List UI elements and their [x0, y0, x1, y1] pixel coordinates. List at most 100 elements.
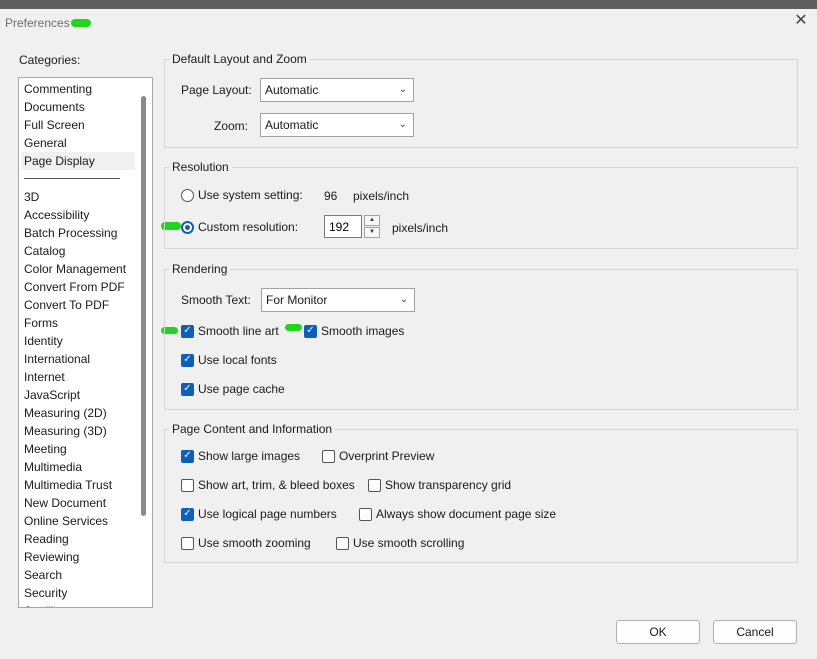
resolution-group: Resolution: [164, 160, 798, 249]
use-logical-page-numbers-checkbox[interactable]: ✓: [181, 507, 194, 521]
custom-resolution-radio[interactable]: [181, 220, 194, 234]
system-setting-label[interactable]: Use system setting:: [198, 188, 303, 202]
use-page-cache-checkbox[interactable]: ✓: [181, 382, 194, 396]
smooth-text-label: Smooth Text:: [181, 293, 251, 307]
custom-resolution-input[interactable]: [324, 215, 362, 238]
zoom-value: Automatic: [265, 118, 319, 132]
smooth-text-value: For Monitor: [266, 293, 328, 307]
category-item-spelling[interactable]: Spelling: [21, 602, 135, 607]
smooth-images-checkbox[interactable]: ✓: [304, 324, 317, 338]
close-icon[interactable]: ✕: [792, 12, 810, 30]
system-resolution-value: 96: [324, 189, 338, 203]
show-large-images-checkbox[interactable]: ✓: [181, 449, 194, 463]
use-smooth-scrolling-label[interactable]: Use smooth scrolling: [353, 536, 464, 550]
layout-zoom-title: Default Layout and Zoom: [172, 52, 307, 66]
category-item-batch-processing[interactable]: Batch Processing: [21, 224, 135, 242]
show-large-images-label[interactable]: Show large images: [198, 449, 300, 463]
category-item-javascript[interactable]: JavaScript: [21, 386, 135, 404]
show-transparency-grid-checkbox[interactable]: [368, 478, 381, 492]
use-smooth-zooming-checkbox[interactable]: [181, 536, 194, 550]
smooth-images-label[interactable]: Smooth images: [321, 324, 404, 338]
categories-list[interactable]: Commenting Documents Full Screen General…: [18, 77, 153, 608]
ok-button[interactable]: OK: [616, 620, 700, 644]
show-art-trim-option[interactable]: Show art, trim, & bleed boxes: [181, 478, 355, 492]
always-show-page-size-label[interactable]: Always show document page size: [376, 507, 556, 521]
smooth-images-option[interactable]: ✓ Smooth images: [304, 324, 404, 338]
smooth-line-art-checkbox[interactable]: ✓: [181, 324, 194, 338]
category-item-identity[interactable]: Identity: [21, 332, 135, 350]
spin-up-icon[interactable]: ▲: [364, 215, 380, 226]
category-item-search[interactable]: Search: [21, 566, 135, 584]
show-large-images-option[interactable]: ✓ Show large images: [181, 449, 300, 463]
category-item-multimedia-trust[interactable]: Multimedia Trust: [21, 476, 135, 494]
category-item-reviewing[interactable]: Reviewing: [21, 548, 135, 566]
show-art-trim-label[interactable]: Show art, trim, & bleed boxes: [198, 478, 355, 492]
use-logical-page-numbers-option[interactable]: ✓ Use logical page numbers: [181, 507, 337, 521]
use-smooth-scrolling-checkbox[interactable]: [336, 536, 349, 550]
use-local-fonts-checkbox[interactable]: ✓: [181, 353, 194, 367]
category-item-3d[interactable]: 3D: [21, 188, 135, 206]
categories-label: Categories:: [19, 53, 81, 67]
category-item-forms[interactable]: Forms: [21, 314, 135, 332]
chevron-down-icon: ⌄: [398, 119, 407, 130]
category-scrollbar[interactable]: [141, 96, 146, 516]
overprint-preview-option[interactable]: Overprint Preview: [322, 449, 434, 463]
always-show-page-size-checkbox[interactable]: [359, 507, 372, 521]
always-show-page-size-option[interactable]: Always show document page size: [359, 507, 556, 521]
category-item-internet[interactable]: Internet: [21, 368, 135, 386]
zoom-select[interactable]: Automatic ⌄: [260, 113, 414, 137]
category-item-online-services[interactable]: Online Services: [21, 512, 135, 530]
chevron-down-icon: ⌄: [398, 84, 407, 95]
category-item-convert-from-pdf[interactable]: Convert From PDF: [21, 278, 135, 296]
use-smooth-zooming-option[interactable]: Use smooth zooming: [181, 536, 311, 550]
overprint-preview-checkbox[interactable]: [322, 449, 335, 463]
window-title: Preferences: [5, 16, 70, 30]
show-transparency-grid-option[interactable]: Show transparency grid: [368, 478, 511, 492]
use-page-cache-label[interactable]: Use page cache: [198, 382, 285, 396]
show-art-trim-checkbox[interactable]: [181, 478, 194, 492]
show-transparency-grid-label[interactable]: Show transparency grid: [385, 478, 511, 492]
system-setting-option[interactable]: Use system setting:: [181, 188, 303, 202]
category-item-documents[interactable]: Documents: [21, 98, 135, 116]
spin-down-icon[interactable]: ▼: [364, 227, 380, 238]
category-item-general[interactable]: General: [21, 134, 135, 152]
category-item-catalog[interactable]: Catalog: [21, 242, 135, 260]
use-page-cache-option[interactable]: ✓ Use page cache: [181, 382, 285, 396]
category-item-measuring-3d[interactable]: Measuring (3D): [21, 422, 135, 440]
overprint-preview-label[interactable]: Overprint Preview: [339, 449, 434, 463]
page-layout-label: Page Layout:: [181, 83, 252, 97]
category-item-new-document[interactable]: New Document: [21, 494, 135, 512]
category-item-accessibility[interactable]: Accessibility: [21, 206, 135, 224]
use-smooth-zooming-label[interactable]: Use smooth zooming: [198, 536, 311, 550]
category-item-international[interactable]: International: [21, 350, 135, 368]
custom-resolution-label[interactable]: Custom resolution:: [198, 220, 298, 234]
highlighter-mark: [71, 19, 91, 27]
smooth-line-art-label[interactable]: Smooth line art: [198, 324, 279, 338]
category-item-full-screen[interactable]: Full Screen: [21, 116, 135, 134]
smooth-text-select[interactable]: For Monitor ⌄: [261, 288, 415, 312]
category-item-reading[interactable]: Reading: [21, 530, 135, 548]
category-item-convert-to-pdf[interactable]: Convert To PDF: [21, 296, 135, 314]
category-item-meeting[interactable]: Meeting: [21, 440, 135, 458]
custom-resolution-unit: pixels/inch: [392, 221, 449, 235]
category-item-security[interactable]: Security: [21, 584, 135, 602]
page-layout-value: Automatic: [265, 83, 319, 97]
page-layout-select[interactable]: Automatic ⌄: [260, 78, 414, 102]
category-item-page-display[interactable]: Page Display: [21, 152, 135, 170]
system-setting-radio[interactable]: [181, 188, 194, 202]
rendering-title: Rendering: [172, 262, 228, 276]
smooth-line-art-option[interactable]: ✓ Smooth line art: [181, 324, 279, 338]
cancel-button[interactable]: Cancel: [713, 620, 797, 644]
use-smooth-scrolling-option[interactable]: Use smooth scrolling: [336, 536, 464, 550]
system-resolution-unit: pixels/inch: [353, 189, 410, 203]
category-item-measuring-2d[interactable]: Measuring (2D): [21, 404, 135, 422]
category-item-commenting[interactable]: Commenting: [21, 80, 135, 98]
resolution-title: Resolution: [172, 160, 229, 174]
use-local-fonts-label[interactable]: Use local fonts: [198, 353, 277, 367]
content-info-title: Page Content and Information: [172, 422, 333, 436]
use-logical-page-numbers-label[interactable]: Use logical page numbers: [198, 507, 337, 521]
category-item-multimedia[interactable]: Multimedia: [21, 458, 135, 476]
use-local-fonts-option[interactable]: ✓ Use local fonts: [181, 353, 277, 367]
category-item-color-management[interactable]: Color Management: [21, 260, 135, 278]
custom-resolution-option[interactable]: Custom resolution:: [181, 220, 298, 234]
